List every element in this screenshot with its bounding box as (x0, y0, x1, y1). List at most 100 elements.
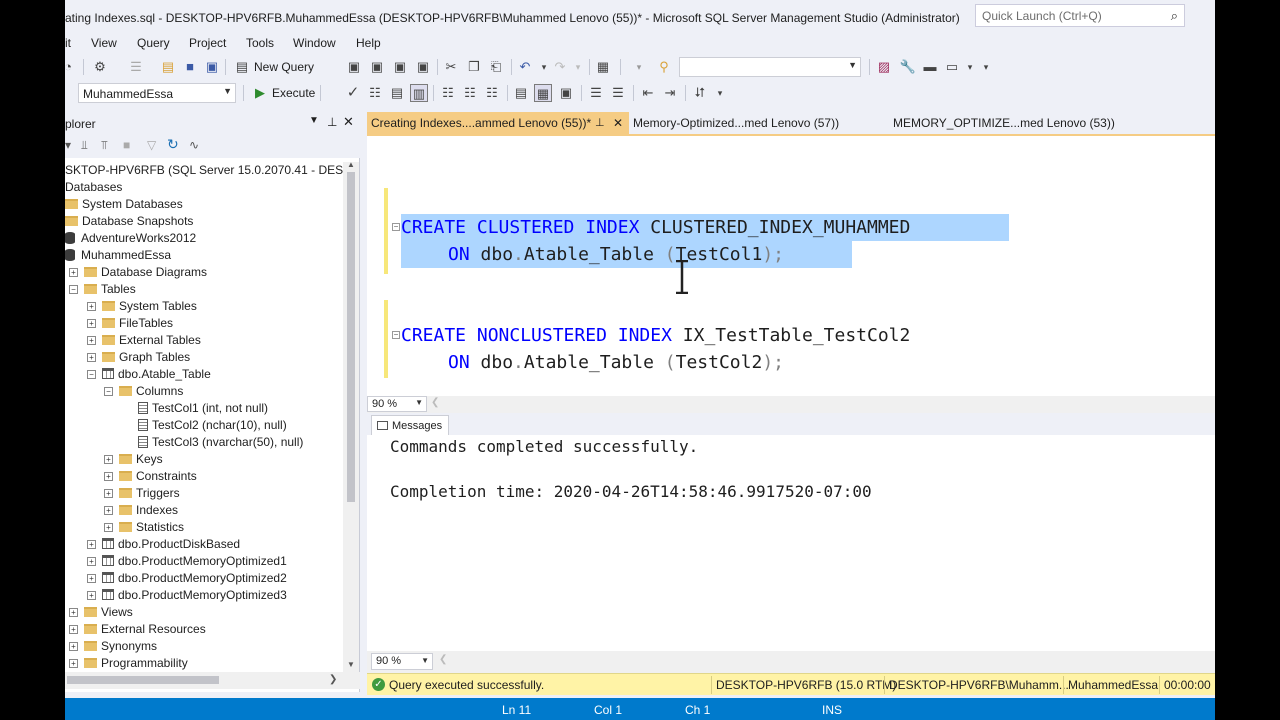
tree-node[interactable]: TestCol1 (int, not null) (138, 400, 268, 417)
expand-icon[interactable]: + (69, 642, 78, 651)
back-icon[interactable]: ◔ (65, 58, 77, 76)
tree-node[interactable]: + System Tables (87, 298, 197, 315)
tree-node[interactable]: + Statistics (104, 519, 184, 536)
disconnect-icon[interactable]: ⫪ (101, 138, 108, 153)
add-item-icon[interactable]: ☰ (127, 58, 145, 76)
horizontal-scrollbar[interactable]: ❯ (65, 672, 360, 689)
uncomment-icon[interactable]: ☰ (609, 84, 627, 102)
tree-node[interactable]: Database Snapshots (65, 213, 193, 230)
activity-icon[interactable]: ∿ (189, 138, 199, 152)
expand-icon[interactable]: + (104, 523, 113, 532)
stop-icon[interactable]: ■ (123, 138, 130, 152)
new-project-icon[interactable]: ⚙ (91, 58, 109, 76)
find-combo[interactable]: ▼ (679, 57, 861, 77)
parse-checkmark-icon[interactable]: ✓ (344, 84, 362, 102)
menu-query[interactable]: Query (137, 36, 170, 50)
messages-pane[interactable]: Commands completed successfully. Complet… (367, 435, 1215, 651)
tree-node[interactable]: + Programmability (69, 655, 188, 672)
tree-node[interactable]: AdventureWorks2012 (65, 230, 196, 247)
scroll-down-icon[interactable]: ▼ (347, 660, 355, 669)
tree-node[interactable]: System Databases (65, 196, 183, 213)
redo-icon[interactable]: ↷ (551, 58, 569, 76)
tree-node[interactable]: + Triggers (104, 485, 180, 502)
toolbar-options-icon[interactable]: ▾ (711, 84, 729, 102)
properties-wrench-icon[interactable]: 🔧 (899, 58, 917, 76)
pin-icon[interactable]: ⊥ (595, 112, 605, 134)
activity-monitor-icon[interactable]: ▦ (594, 58, 612, 76)
increase-indent-icon[interactable]: ⇥ (661, 84, 679, 102)
query-options-icon[interactable]: ▤ (388, 84, 406, 102)
tree-node[interactable]: + dbo.ProductDiskBased (87, 536, 240, 553)
results-zoom-select[interactable]: 90 % ▼ (371, 653, 433, 670)
scrollbar-thumb[interactable] (347, 172, 355, 502)
dmx-query-icon[interactable]: ▣ (391, 58, 409, 76)
tree-node[interactable]: + Graph Tables (87, 349, 190, 366)
tree-node[interactable]: + Database Diagrams (69, 264, 207, 281)
scroll-up-icon[interactable]: ▲ (347, 160, 355, 169)
vertical-scrollbar[interactable]: ▲ ▼ (343, 160, 359, 672)
tree-node[interactable]: − dbo.Atable_Table (87, 366, 211, 383)
find-in-files-icon[interactable]: ⚲ (655, 58, 673, 76)
close-icon[interactable]: ✕ (613, 112, 623, 134)
decrease-indent-icon[interactable]: ⇤ (639, 84, 657, 102)
expand-icon[interactable]: + (104, 489, 113, 498)
database-selector[interactable]: MuhammedEssa ▼ (78, 83, 236, 103)
execute-icon[interactable]: ▶ (251, 84, 269, 102)
tree-node[interactable]: SKTOP-HPV6RFB (SQL Server 15.0.2070.41 -… (65, 162, 343, 179)
tree-node[interactable]: + Keys (104, 451, 163, 468)
tree-node[interactable]: TestCol3 (nvarchar(50), null) (138, 434, 303, 451)
expand-icon[interactable]: + (69, 608, 78, 617)
chevron-down-icon[interactable]: ▾ (569, 58, 587, 76)
tree-node[interactable]: − Tables (69, 281, 136, 298)
expand-icon[interactable]: + (87, 557, 96, 566)
tab-memory-optimize-upper[interactable]: MEMORY_OPTIMIZE...med Lenovo (53)) (889, 112, 1155, 134)
close-icon[interactable]: ✕ (343, 114, 354, 130)
specify-values-icon[interactable]: ⮃ (691, 84, 709, 102)
tree-node[interactable]: + dbo.ProductMemoryOptimized2 (87, 570, 287, 587)
tab-messages[interactable]: Messages (371, 415, 450, 435)
mdx-query-icon[interactable]: ▣ (368, 58, 386, 76)
menu-project[interactable]: Project (189, 36, 226, 50)
expand-icon[interactable]: + (69, 659, 78, 668)
expand-icon[interactable]: + (104, 455, 113, 464)
comment-icon[interactable]: ☰ (587, 84, 605, 102)
expand-icon[interactable]: + (104, 472, 113, 481)
menu-tools[interactable]: Tools (246, 36, 274, 50)
include-plan-icon[interactable]: ☷ (439, 84, 457, 102)
window-layout-icon[interactable]: ▭ (943, 58, 961, 76)
save-all-icon[interactable]: ▣ (203, 58, 221, 76)
results-to-grid-icon[interactable]: ▥ (410, 84, 428, 102)
tree-node[interactable]: + Views (69, 604, 133, 621)
expand-icon[interactable]: + (87, 591, 96, 600)
tree-node[interactable]: MuhammedEssa (65, 247, 171, 264)
collapse-icon[interactable]: − (104, 387, 113, 396)
tree-node[interactable]: TestCol2 (nchar(10), null) (138, 417, 287, 434)
expand-icon[interactable]: + (87, 302, 96, 311)
open-file-icon[interactable]: ▤ (159, 58, 177, 76)
tree-node[interactable]: + External Tables (87, 332, 201, 349)
tab-memory-optimized[interactable]: Memory-Optimized...med Lenovo (57)) (629, 112, 887, 134)
tree-node[interactable]: + FileTables (87, 315, 173, 332)
tree-node[interactable]: − Columns (104, 383, 183, 400)
collapse-toggle-icon[interactable]: − (392, 223, 400, 231)
collapse-toggle-icon[interactable]: − (392, 331, 400, 339)
copy-icon[interactable]: ❐ (465, 58, 483, 76)
collapse-icon[interactable]: − (69, 285, 78, 294)
toolbar-options-icon[interactable]: ▾ (977, 58, 995, 76)
tree-node[interactable]: + External Resources (69, 621, 206, 638)
expand-icon[interactable]: + (87, 353, 96, 362)
quick-launch-input[interactable]: Quick Launch (Ctrl+Q) ⌕ (975, 4, 1185, 27)
live-stats-icon[interactable]: ☷ (461, 84, 479, 102)
xmla-query-icon[interactable]: ▣ (414, 58, 432, 76)
chevron-down-icon[interactable]: ▾ (630, 58, 648, 76)
editor-zoom-select[interactable]: 90 % ▼ (367, 396, 427, 412)
expand-icon[interactable]: + (69, 268, 78, 277)
connect-icon[interactable]: ⫫ (81, 138, 88, 153)
tab-creating-indexes[interactable]: Creating Indexes....ammed Lenovo (55))* … (367, 112, 629, 134)
scroll-right-icon[interactable]: ❯ (329, 674, 337, 685)
menu-view[interactable]: View (91, 36, 117, 50)
pin-icon[interactable]: ⊥ (327, 115, 337, 129)
expand-icon[interactable]: + (104, 506, 113, 515)
save-icon[interactable]: ■ (181, 58, 199, 76)
tree-node[interactable]: + Indexes (104, 502, 178, 519)
